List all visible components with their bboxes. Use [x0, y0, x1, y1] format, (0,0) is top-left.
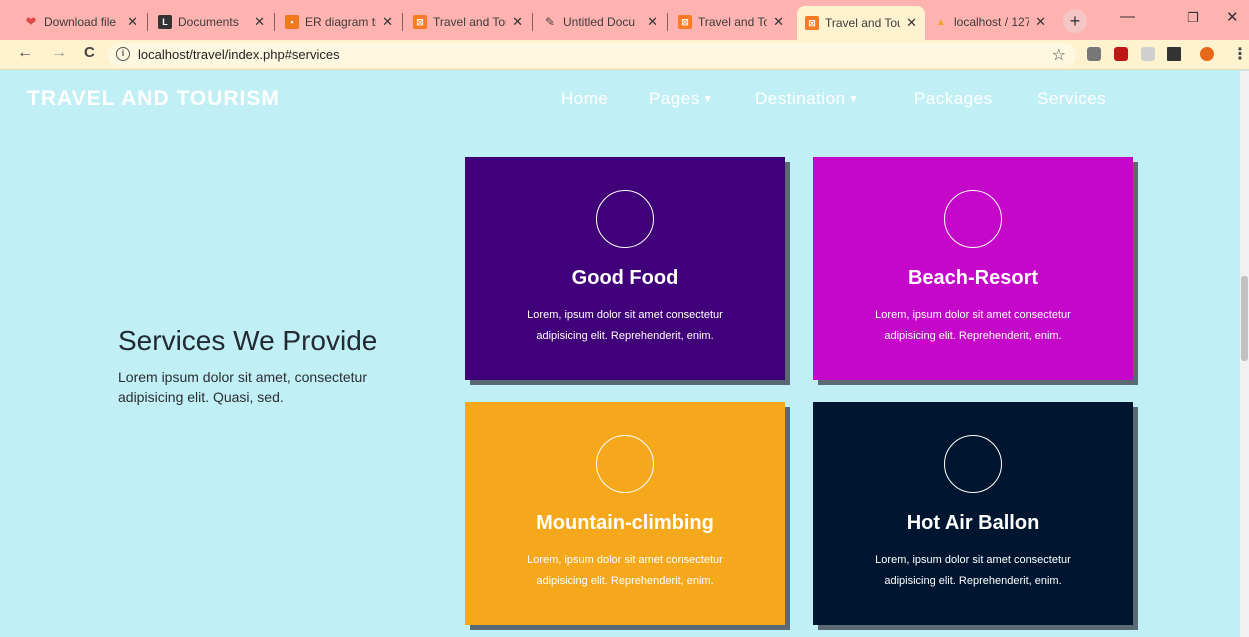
forward-icon[interactable]: → — [51, 44, 67, 62]
service-card-text: Lorem, ipsum dolor sit amet consectetur … — [527, 309, 723, 342]
nav-pages[interactable]: Pages ▼ — [649, 89, 713, 109]
browser-tab[interactable]: ▲ localhost / 127 ✕ — [926, 8, 1054, 36]
service-card-hot-air-ballon[interactable]: Hot Air Ballon Lorem, ipsum dolor sit am… — [813, 402, 1133, 625]
tab-separator — [667, 13, 668, 31]
close-icon[interactable]: ✕ — [127, 14, 138, 30]
service-icon-circle — [944, 435, 1002, 493]
back-icon[interactable]: ← — [17, 44, 33, 62]
bookmark-star-icon[interactable]: ☆ — [1052, 45, 1066, 65]
browser-tabstrip: ❤ Download file ✕ L Documents ✕ ▪ ER dia… — [0, 0, 1249, 40]
close-icon[interactable]: ✕ — [254, 14, 265, 30]
browser-tab[interactable]: ⊠ Travel and Tou ✕ — [670, 8, 792, 36]
service-card-beach-resort[interactable]: Beach-Resort Lorem, ipsum dolor sit amet… — [813, 157, 1133, 380]
site-brand[interactable]: TRAVEL AND TOURISM — [27, 87, 280, 111]
close-icon[interactable]: ✕ — [773, 14, 784, 30]
minimize-icon[interactable]: — — [1120, 8, 1135, 25]
browser-tab-active[interactable]: ⊠ Travel and Tou ✕ — [797, 6, 925, 40]
nav-services[interactable]: Services — [1037, 89, 1106, 109]
services-description: Lorem ipsum dolor sit amet, consectetur … — [118, 369, 367, 405]
service-icon-circle — [596, 435, 654, 493]
service-card-good-food[interactable]: Good Food Lorem, ipsum dolor sit amet co… — [465, 157, 785, 380]
service-card-title: Good Food — [571, 267, 679, 289]
nav-destination-label: Destination — [755, 89, 846, 108]
nav-packages[interactable]: Packages — [914, 89, 993, 109]
restore-icon[interactable]: ❐ — [1187, 10, 1199, 26]
service-card-title: Mountain-climbing — [536, 512, 714, 534]
tab-separator — [402, 13, 403, 31]
close-icon[interactable]: ✕ — [382, 14, 393, 30]
services-title: Services We Provide — [118, 325, 378, 356]
xampp-icon: ⊠ — [678, 15, 692, 29]
doc-icon: ✎ — [544, 15, 556, 29]
service-icon-circle — [596, 190, 654, 248]
extension-icon[interactable] — [1141, 47, 1155, 61]
browser-toolbar: ← → C i localhost/travel/index.php#servi… — [0, 40, 1249, 70]
browser-tab[interactable]: ⊠ Travel and Tou ✕ — [405, 8, 531, 36]
service-card-title: Hot Air Ballon — [906, 512, 1040, 534]
nav-home[interactable]: Home — [561, 89, 608, 109]
puzzle-extensions-icon[interactable] — [1167, 47, 1181, 61]
tab-separator — [274, 13, 275, 31]
tab-title: localhost / 127 — [954, 15, 1030, 29]
tab-title: Travel and Tou — [698, 15, 768, 29]
address-bar[interactable]: i localhost/travel/index.php#services ☆ — [108, 43, 1076, 67]
heart-icon: ❤ — [25, 14, 37, 29]
caret-down-icon: ▼ — [848, 94, 859, 105]
phpmyadmin-icon: ▲ — [936, 16, 946, 28]
nav-pages-label: Pages — [649, 89, 700, 108]
service-card-title: Beach-Resort — [907, 267, 1039, 289]
page-scrollbar[interactable] — [1240, 71, 1249, 637]
tab-title: Travel and Tou — [433, 15, 507, 29]
tab-separator — [532, 13, 533, 31]
browser-tab[interactable]: L Documents ✕ — [150, 8, 273, 36]
nav-destination[interactable]: Destination ▼ — [755, 89, 859, 109]
service-card-text: Lorem, ipsum dolor sit amet consectetur … — [875, 309, 1071, 342]
camera-extension-icon[interactable] — [1087, 47, 1101, 61]
profile-avatar[interactable] — [1200, 47, 1214, 61]
reload-icon[interactable]: C — [84, 44, 95, 61]
close-icon[interactable]: ✕ — [906, 15, 917, 31]
new-tab-button[interactable]: + — [1063, 9, 1087, 33]
browser-tab[interactable]: ▪ ER diagram tra ✕ — [277, 8, 401, 36]
browser-tab[interactable]: ❤ Download file ✕ — [16, 8, 146, 36]
page-viewport: TRAVEL AND TOURISM Home Pages ▼ Destinati… — [8, 71, 1240, 637]
tab-title: Download file — [44, 15, 117, 29]
info-icon[interactable]: i — [116, 47, 130, 61]
address-url[interactable]: localhost/travel/index.php#services — [138, 47, 340, 62]
close-icon[interactable]: ✕ — [1035, 14, 1046, 30]
tab-title: ER diagram tra — [305, 15, 376, 29]
browser-tab[interactable]: ✎ Untitled Docu ✕ — [535, 8, 666, 36]
diagram-icon: ▪ — [285, 15, 299, 29]
caret-down-icon: ▼ — [702, 94, 714, 105]
extension-icon[interactable] — [1114, 47, 1128, 61]
close-window-icon[interactable]: ✕ — [1226, 8, 1239, 26]
service-card-text: Lorem, ipsum dolor sit amet consectetur … — [875, 554, 1071, 587]
service-card-mountain-climbing[interactable]: Mountain-climbing Lorem, ipsum dolor sit… — [465, 402, 785, 625]
menu-kebab-icon[interactable]: ⋮ — [1232, 44, 1248, 64]
xampp-icon: ⊠ — [413, 15, 427, 29]
close-icon[interactable]: ✕ — [512, 14, 523, 30]
tab-title: Untitled Docu — [563, 15, 636, 29]
xampp-icon: ⊠ — [805, 16, 819, 30]
tab-title: Documents — [178, 15, 239, 29]
scrollbar-thumb[interactable] — [1241, 276, 1248, 361]
tab-separator — [147, 13, 148, 31]
document-icon: L — [158, 15, 172, 29]
service-icon-circle — [944, 190, 1002, 248]
tab-title: Travel and Tou — [825, 16, 901, 30]
service-card-text: Lorem, ipsum dolor sit amet consectetur … — [527, 554, 723, 587]
close-icon[interactable]: ✕ — [647, 14, 658, 30]
